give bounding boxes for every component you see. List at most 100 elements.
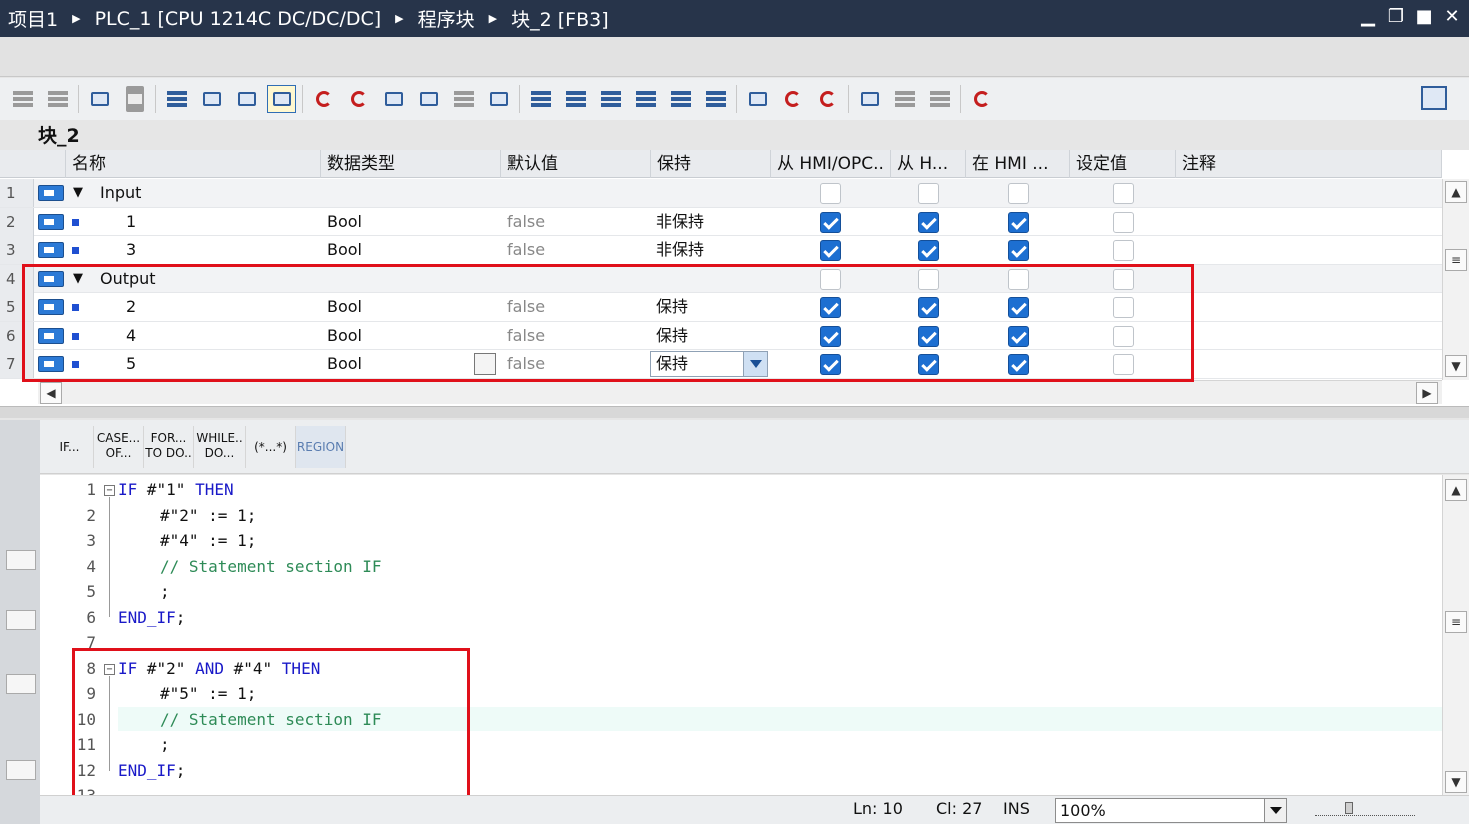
code-line-2[interactable]: #"2" := 1; <box>160 506 256 525</box>
database-icon[interactable] <box>967 85 996 113</box>
param-retain[interactable]: 非保持 <box>656 208 704 236</box>
next-bookmark-icon[interactable] <box>813 85 842 113</box>
goto-icon[interactable] <box>666 85 695 113</box>
hmi-opc-checkbox[interactable] <box>820 354 841 375</box>
setpoint-checkbox[interactable] <box>1113 354 1134 375</box>
code-line-10[interactable]: // Statement section IF <box>160 710 382 729</box>
header-datatype[interactable]: 数据类型 <box>321 150 501 178</box>
export-icon[interactable] <box>232 85 261 113</box>
param-name[interactable]: 4 <box>126 322 136 350</box>
in-hmi-checkbox[interactable] <box>1008 297 1029 318</box>
from-h-checkbox[interactable] <box>918 268 939 290</box>
zoom-select[interactable]: 100% <box>1055 798 1287 823</box>
if-button[interactable]: IF... <box>46 426 94 468</box>
zoom-slider[interactable] <box>1315 802 1415 816</box>
param-retain[interactable]: 保持 <box>656 293 688 321</box>
header-in-hmi[interactable]: 在 HMI ... <box>966 150 1070 178</box>
param-datatype[interactable]: Bool <box>327 322 362 350</box>
collapse-triangle-icon[interactable]: ▼ <box>73 265 83 293</box>
scroll-grip-icon[interactable]: ≡ <box>1445 611 1467 633</box>
header-from-h[interactable]: 从 H... <box>891 150 966 178</box>
param-name[interactable]: 1 <box>126 208 136 236</box>
editor-vertical-scrollbar[interactable]: ▲ ≡ ▼ <box>1442 475 1469 795</box>
glasses-all-icon[interactable] <box>925 85 954 113</box>
glasses-icon[interactable] <box>890 85 919 113</box>
side-tab-icon[interactable] <box>6 674 36 694</box>
setpoint-checkbox[interactable] <box>1113 183 1134 204</box>
param-retain[interactable]: 保持 <box>656 322 688 350</box>
breadcrumb-plc[interactable]: PLC_1 [CPU 1214C DC/DC/DC] <box>95 8 382 30</box>
monitoring-icon[interactable] <box>855 85 884 113</box>
collapse-triangle-icon[interactable]: ▼ <box>73 179 83 207</box>
restore-icon[interactable]: ❐ <box>1387 6 1405 28</box>
scl-code-editor[interactable]: 1 2 3 4 5 6 7 8 9 10 11 12 13 − − IF #"1… <box>40 475 1442 805</box>
param-default[interactable]: false <box>507 293 545 321</box>
from-h-checkbox[interactable] <box>918 240 939 261</box>
scroll-right-icon[interactable]: ▶ <box>1416 382 1438 404</box>
in-hmi-checkbox[interactable] <box>1008 325 1029 347</box>
dropdown-arrow-icon[interactable] <box>743 352 767 376</box>
datatype-list-icon[interactable] <box>474 353 496 375</box>
param-default[interactable]: false <box>507 350 545 378</box>
param-datatype[interactable]: Bool <box>327 293 362 321</box>
table-vertical-scrollbar[interactable]: ▲ ≡ ▼ <box>1442 179 1469 380</box>
setpoint-checkbox[interactable] <box>1113 240 1134 261</box>
in-hmi-checkbox[interactable] <box>1008 211 1029 233</box>
table-row-selected[interactable]: 7 5 Bool false 保持 <box>0 350 1442 379</box>
indent-icon[interactable] <box>561 85 590 113</box>
header-hmi-opc[interactable]: 从 HMI/OPC.. <box>771 150 891 178</box>
param-retain[interactable]: 保持 <box>656 350 688 378</box>
header-default[interactable]: 默认值 <box>501 150 651 178</box>
scroll-grip-icon[interactable]: ≡ <box>1445 249 1467 271</box>
hmi-opc-checkbox[interactable] <box>820 240 841 261</box>
table-row-output[interactable]: 4 ▼ Output <box>0 264 1442 293</box>
hmi-opc-checkbox[interactable] <box>820 183 841 204</box>
param-name[interactable]: 2 <box>126 293 136 321</box>
param-name[interactable]: 3 <box>126 236 136 264</box>
scroll-down-icon[interactable]: ▼ <box>1445 355 1467 377</box>
outdent-icon[interactable] <box>596 85 625 113</box>
param-datatype[interactable]: Bool <box>327 208 362 236</box>
add-row-icon[interactable] <box>43 85 72 113</box>
clear-breakpoints-icon[interactable] <box>344 85 373 113</box>
expand-all-icon[interactable] <box>85 85 114 113</box>
comment-icon[interactable] <box>526 85 555 113</box>
in-hmi-checkbox[interactable] <box>1008 268 1029 290</box>
code-line-11[interactable]: ; <box>160 735 170 754</box>
scroll-down-icon[interactable]: ▼ <box>1445 771 1467 793</box>
header-retain[interactable]: 保持 <box>651 150 771 178</box>
delete-breakpoint-icon[interactable] <box>309 85 338 113</box>
table-row-input[interactable]: 1 ▼ Input <box>0 179 1442 208</box>
param-datatype[interactable]: Bool <box>327 236 362 264</box>
side-tab-icon[interactable] <box>6 610 36 630</box>
zoom-slider-handle[interactable] <box>1345 802 1353 814</box>
setpoint-checkbox[interactable] <box>1113 325 1134 347</box>
code-line-5[interactable]: ; <box>160 582 170 601</box>
maximize-icon[interactable]: ■ <box>1415 6 1433 28</box>
table-row[interactable]: 5 2 Bool false 保持 <box>0 293 1442 322</box>
hmi-opc-checkbox[interactable] <box>820 325 841 347</box>
from-h-checkbox[interactable] <box>918 354 939 375</box>
code-line-8[interactable]: IF #"2" AND #"4" THEN <box>118 659 320 678</box>
param-datatype[interactable]: Bool <box>327 350 362 378</box>
list-view-icon[interactable] <box>162 85 191 113</box>
from-h-checkbox[interactable] <box>918 297 939 318</box>
code-line-3[interactable]: #"4" := 1; <box>160 531 256 550</box>
favorites-icon[interactable] <box>267 85 296 113</box>
for-to-do-button[interactable]: FOR... TO DO.. <box>144 426 194 468</box>
scroll-up-icon[interactable]: ▲ <box>1445 479 1467 501</box>
param-name[interactable]: 5 <box>126 350 136 378</box>
setpoint-checkbox[interactable] <box>1113 268 1134 290</box>
bookmark-icon[interactable] <box>743 85 772 113</box>
table-row[interactable]: 2 1 Bool false 非保持 <box>0 207 1442 236</box>
collapse-icon[interactable] <box>120 85 149 113</box>
section-name[interactable]: Input <box>100 179 141 207</box>
close-icon[interactable]: ✕ <box>1443 6 1461 28</box>
download-icon[interactable] <box>197 85 226 113</box>
from-h-checkbox[interactable] <box>918 211 939 233</box>
code-line-12[interactable]: END_IF; <box>118 761 185 780</box>
layout-toggle-icon[interactable] <box>1421 86 1447 110</box>
in-hmi-checkbox[interactable] <box>1008 240 1029 261</box>
breadcrumb-project[interactable]: 项目1 <box>8 5 58 32</box>
code-line-6[interactable]: END_IF; <box>118 608 185 627</box>
